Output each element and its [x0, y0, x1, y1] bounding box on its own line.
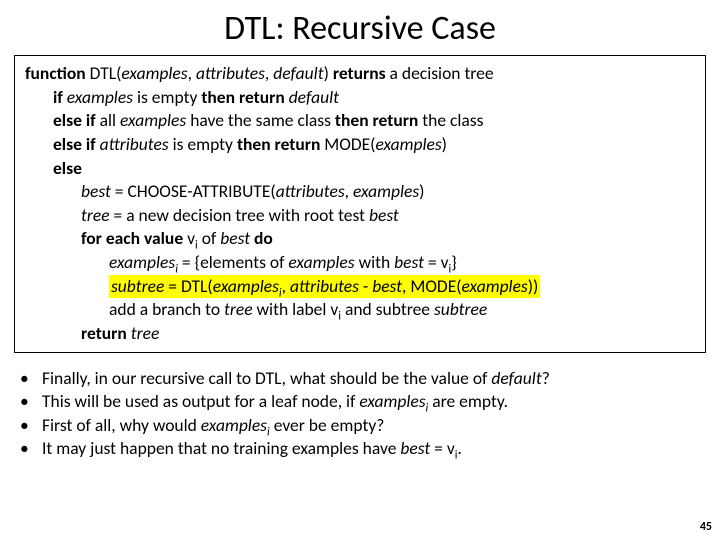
code-line-4: else if attributes is empty then return …	[25, 133, 695, 157]
code-line-7: tree = a new decision tree with root tes…	[25, 204, 695, 228]
code-line-5: else	[25, 157, 695, 181]
code-line-11: add a branch to tree with label vi and s…	[25, 298, 695, 322]
code-line-9: examplesi = {elements of examples with b…	[25, 251, 695, 275]
bullet-list: • Finally, in our recursive call to DTL,…	[20, 367, 700, 462]
code-line-12: return tree	[25, 322, 695, 346]
bullet-text: This will be used as output for a leaf n…	[42, 390, 700, 414]
code-line-3: else if all examples have the same class…	[25, 109, 695, 133]
bullet-item: • It may just happen that no training ex…	[20, 437, 700, 461]
code-line-6: best = CHOOSE-ATTRIBUTE(attributes, exam…	[25, 180, 695, 204]
bullet-item: • First of all, why would examplesi ever…	[20, 414, 700, 438]
bullet-item: • Finally, in our recursive call to DTL,…	[20, 367, 700, 391]
slide-title: DTL: Recursive Case	[0, 0, 720, 55]
bullet-text: First of all, why would examplesi ever b…	[42, 414, 700, 438]
code-line-8: for each value vi of best do	[25, 227, 695, 251]
bullet-text: Finally, in our recursive call to DTL, w…	[42, 367, 700, 391]
bullet-item: • This will be used as output for a leaf…	[20, 390, 700, 414]
bullet-dot-icon: •	[20, 437, 42, 461]
pseudocode-box: function DTL(examples, attributes, defau…	[14, 55, 706, 353]
bullet-dot-icon: •	[20, 390, 42, 414]
bullet-dot-icon: •	[20, 414, 42, 438]
bullet-text: It may just happen that no training exam…	[42, 437, 700, 461]
code-line-10-highlighted: subtree = DTL(examplesi, attributes - be…	[25, 275, 695, 299]
code-line-2: if examples is empty then return default	[25, 86, 695, 110]
bullet-dot-icon: •	[20, 367, 42, 391]
code-line-1: function DTL(examples, attributes, defau…	[25, 62, 695, 86]
page-number: 45	[700, 520, 712, 534]
